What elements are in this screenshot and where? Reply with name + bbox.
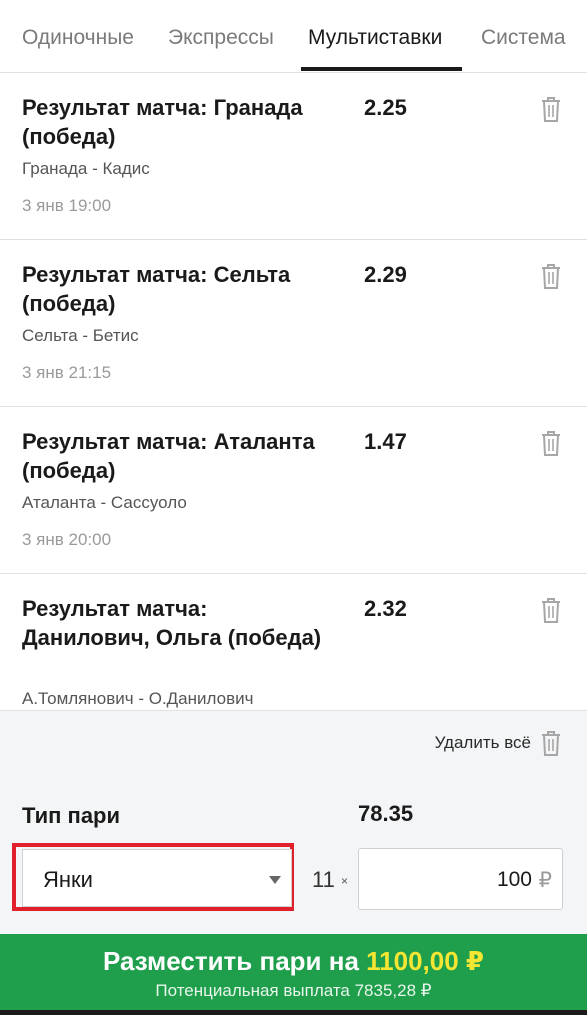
trash-icon[interactable] (539, 596, 563, 624)
bottom-edge (0, 1010, 587, 1015)
bet-odds: 2.29 (364, 262, 407, 287)
trash-icon[interactable] (539, 429, 563, 457)
bet-title: Результат матча: Гранада (победа) (22, 95, 303, 149)
bet-match: Аталанта - Сассуоло (22, 493, 187, 512)
bet-type-tabs: Одиночные Экспрессы Мультиставки Система (0, 0, 587, 73)
place-bet-label-row: Разместить пари на 1100,00 ₽ (0, 946, 587, 977)
bet-odds: 2.25 (364, 95, 407, 120)
multiply-sign: × (341, 874, 349, 888)
bet-item: Результат матча: Аталанта (победа) 1.47 … (0, 407, 587, 574)
bet-list: Результат матча: Гранада (победа) 2.25 Г… (0, 73, 587, 710)
tab-singles[interactable]: Одиночные (22, 26, 134, 50)
trash-icon[interactable] (539, 262, 563, 290)
stake-input[interactable]: 100 ₽ (358, 848, 563, 910)
bet-title: Результат матча: Аталанта (победа) (22, 429, 315, 483)
chevron-down-icon (269, 876, 281, 884)
bet-type-section: Тип пари 78.35 Янки 11 × 100 ₽ (0, 775, 587, 934)
total-odds: 78.35 (358, 801, 414, 826)
bet-time: 3 янв 21:15 (22, 363, 112, 382)
delete-all-button[interactable]: Удалить всё (435, 729, 563, 757)
currency-symbol: ₽ (538, 869, 552, 892)
bet-item: Результат матча: Сельта (победа) 2.29 Се… (0, 240, 587, 407)
bet-odds: 2.32 (364, 596, 407, 621)
bet-time: 3 янв 19:00 (22, 196, 112, 215)
place-bet-button[interactable]: Разместить пари на 1100,00 ₽ Потенциальн… (0, 934, 587, 1010)
bet-title: Результат матча: Данилович, Ольга (побед… (22, 596, 322, 650)
bet-match: А.Томлянович - О.Данилович (22, 689, 254, 708)
bet-match: Гранада - Кадис (22, 159, 150, 178)
trash-icon[interactable] (539, 95, 563, 123)
bet-type-selected: Янки (43, 867, 93, 892)
tab-system[interactable]: Система (481, 26, 566, 50)
place-bet-amount: 1100,00 ₽ (366, 946, 485, 976)
bet-type-select[interactable]: Янки (22, 849, 292, 907)
delete-all-label: Удалить всё (434, 733, 531, 752)
bet-match: Сельта - Бетис (22, 326, 139, 345)
tab-express[interactable]: Экспрессы (168, 26, 274, 50)
bet-item: Результат матча: Данилович, Ольга (побед… (0, 574, 587, 710)
bet-title: Результат матча: Сельта (победа) (22, 262, 291, 316)
bet-time: 3 янв 20:00 (22, 530, 112, 549)
active-tab-indicator (301, 67, 462, 71)
delete-all-bar: Удалить всё (0, 710, 587, 776)
trash-icon (542, 731, 560, 756)
potential-payout: Потенциальная выплата 7835,28 ₽ (155, 981, 432, 1000)
bet-odds: 1.47 (364, 429, 407, 454)
bet-item: Результат матча: Гранада (победа) 2.25 Г… (0, 73, 587, 240)
tab-multibets[interactable]: Мультиставки (308, 26, 442, 50)
place-bet-label: Разместить пари на (102, 946, 359, 976)
bet-count: 11 (312, 867, 335, 892)
stake-value: 100 (496, 868, 532, 891)
bet-type-label: Тип пари (22, 803, 121, 828)
